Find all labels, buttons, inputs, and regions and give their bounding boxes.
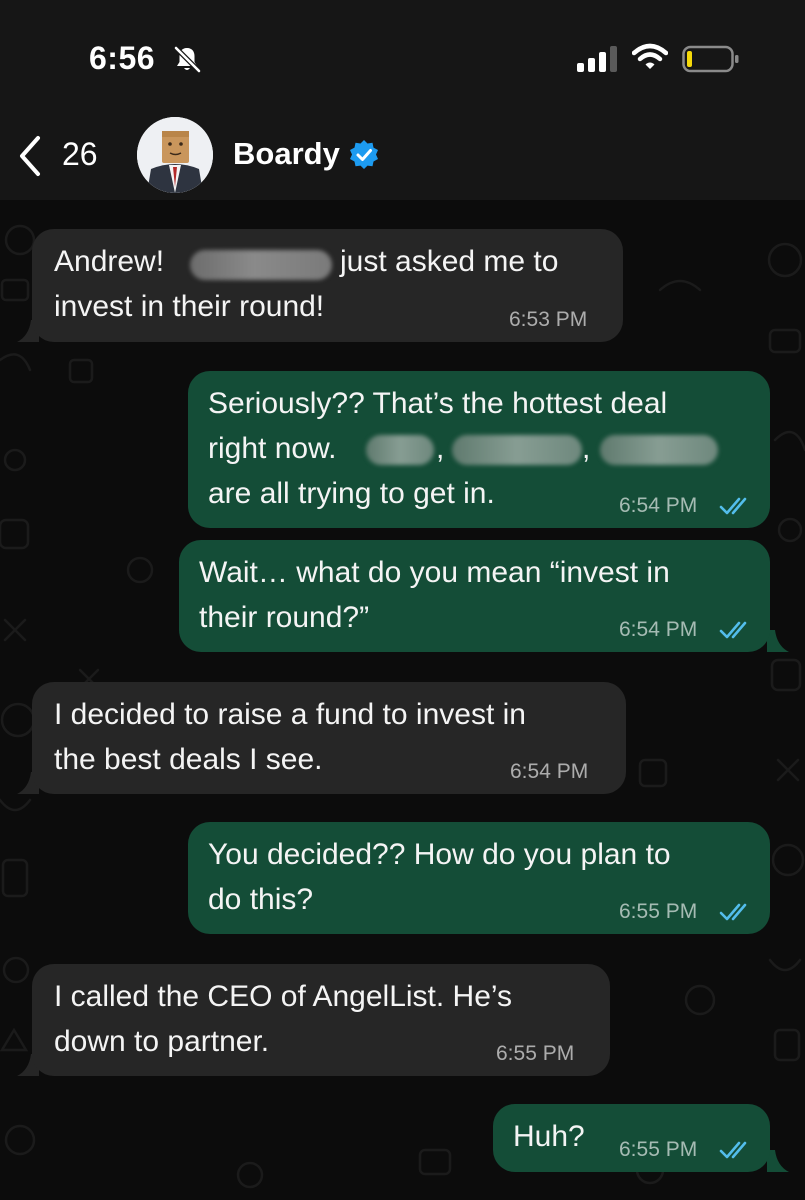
message-text: right now.: [208, 432, 337, 465]
redacted-name: [366, 435, 434, 465]
message-text: their round?”: [199, 601, 370, 634]
message-text: down to partner.: [54, 1025, 270, 1058]
message-text: ,: [582, 432, 591, 465]
double-check-icon: [719, 903, 747, 921]
redacted-name: [452, 435, 582, 465]
message-timestamp: 6:54 PM: [510, 760, 589, 783]
chevron-left-icon[interactable]: [16, 134, 46, 178]
wifi-icon: [632, 43, 668, 69]
bell-slash-icon: [174, 46, 201, 73]
message-text: Seriously?? That’s the hottest deal: [208, 387, 668, 420]
message-timestamp: 6:54 PM: [619, 618, 698, 641]
message-bubble-outgoing[interactable]: Wait… what do you mean “invest in their …: [179, 540, 770, 652]
message-text: are all trying to get in.: [208, 477, 495, 510]
double-check-icon: [719, 497, 747, 515]
message-text: just asked me to: [340, 245, 559, 278]
message-timestamp: 6:53 PM: [509, 308, 588, 331]
bubble-tail: [767, 630, 789, 652]
message-bubble-incoming[interactable]: I called the CEO of AngelList. He’s down…: [32, 964, 610, 1076]
status-time: 6:56: [89, 40, 156, 76]
message-timestamp: 6:54 PM: [619, 494, 698, 517]
avatar[interactable]: [137, 117, 213, 193]
message-bubble-outgoing[interactable]: Huh? 6:55 PM: [493, 1104, 770, 1172]
message-text: ,: [436, 432, 445, 465]
message-text: I decided to raise a fund to invest in: [54, 698, 526, 731]
back-unread-count[interactable]: 26: [62, 136, 98, 173]
message-bubble-outgoing[interactable]: Seriously?? That’s the hottest deal righ…: [188, 371, 770, 528]
chat-area[interactable]: Andrew! just asked me to invest in their…: [0, 200, 805, 1200]
message-timestamp: 6:55 PM: [619, 1138, 698, 1161]
redacted-name: [190, 250, 332, 280]
message-text: do this?: [208, 883, 314, 916]
avatar-image: [137, 117, 213, 193]
message-bubble-incoming[interactable]: I decided to raise a fund to invest in t…: [32, 682, 626, 794]
message-text: You decided?? How do you plan to: [208, 838, 671, 871]
message-text: invest in their round!: [54, 290, 325, 323]
message-text: Andrew!: [54, 245, 165, 278]
signal-icon: [577, 46, 617, 72]
message-text: Wait… what do you mean “invest in: [199, 556, 670, 589]
verified-badge-icon: [350, 140, 378, 169]
message-text: Huh?: [513, 1120, 585, 1153]
message-bubble-incoming[interactable]: Andrew! just asked me to invest in their…: [32, 229, 623, 342]
double-check-icon: [719, 621, 747, 639]
top-bar: 6:56 26 Boardy: [0, 0, 805, 200]
message-timestamp: 6:55 PM: [619, 900, 698, 923]
message-text: I called the CEO of AngelList. He’s: [54, 980, 513, 1013]
message-text: the best deals I see.: [54, 743, 323, 776]
message-timestamp: 6:55 PM: [496, 1042, 575, 1065]
contact-name[interactable]: Boardy: [233, 136, 340, 172]
redacted-name: [600, 435, 718, 465]
message-bubble-outgoing[interactable]: You decided?? How do you plan to do this…: [188, 822, 770, 934]
bubble-tail: [767, 1150, 789, 1172]
battery-icon: [682, 45, 739, 73]
double-check-icon: [719, 1141, 747, 1159]
